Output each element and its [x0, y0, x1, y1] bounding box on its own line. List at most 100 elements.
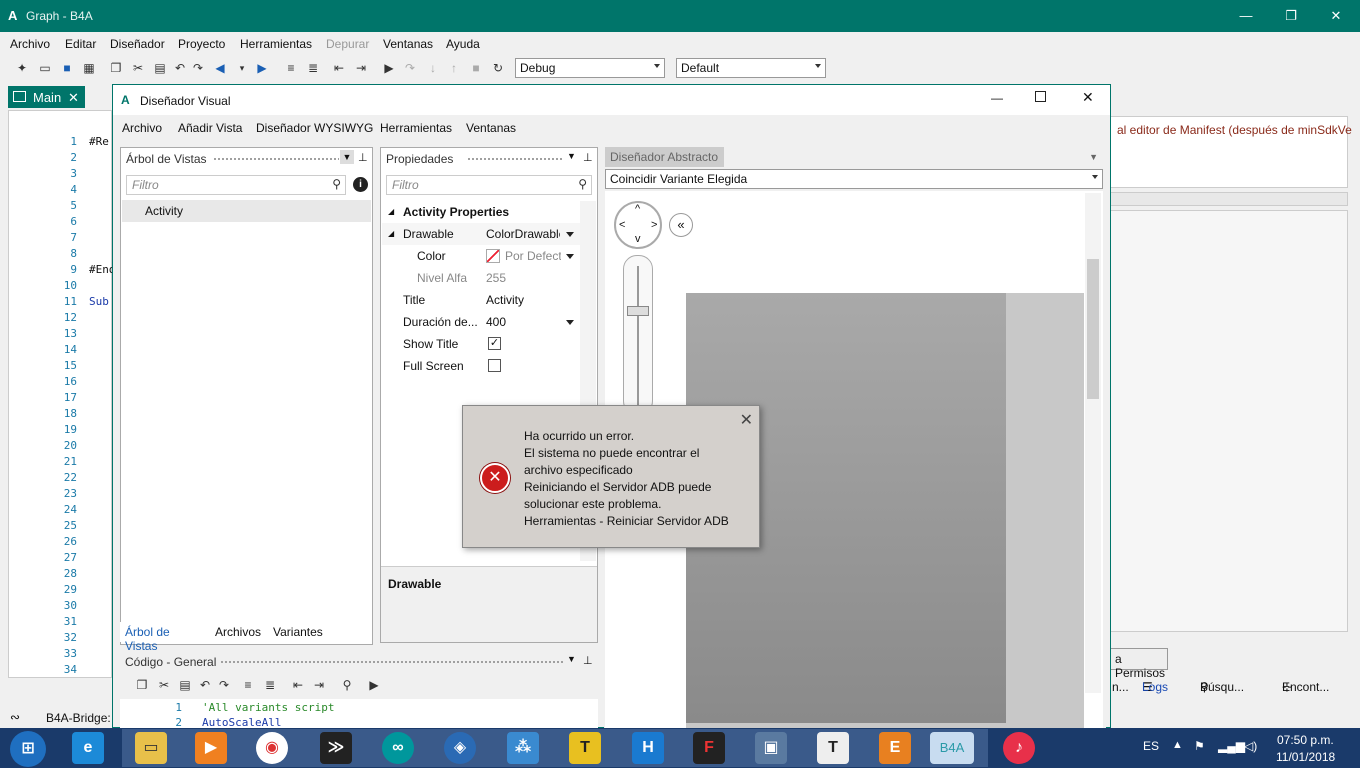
canvas-scrollbar-thumb[interactable]	[1087, 259, 1099, 399]
chevron-down-icon[interactable]: ▼	[567, 654, 576, 664]
close-icon[interactable]: ✕	[68, 90, 79, 106]
tray-chevron-icon[interactable]: ▲	[1172, 739, 1183, 751]
uncomment-icon[interactable]: ≣	[262, 677, 278, 693]
cut-icon[interactable]: ✂	[130, 60, 146, 76]
stop-icon[interactable]: ■	[468, 60, 484, 76]
restore-button[interactable]: ❐	[1281, 6, 1301, 26]
show-title-checkbox[interactable]: ✓	[488, 337, 501, 350]
tree-filter-input[interactable]: Filtro ⚲	[126, 175, 346, 195]
signal-icon[interactable]: ▂▄▆	[1218, 739, 1245, 753]
tab-disenador-abstracto[interactable]: Diseñador Abstracto	[605, 147, 724, 167]
section-activity-properties[interactable]: ◢ Activity Properties	[382, 201, 580, 223]
language-indicator[interactable]: ES	[1143, 739, 1159, 753]
zoom-slider[interactable]	[623, 255, 653, 415]
comment-icon[interactable]: ≡	[240, 677, 256, 693]
code-editor[interactable]: 1 2 3 4 5 6 7 8 9 10 11 12 13 14 15 16 1…	[8, 110, 116, 678]
close-icon[interactable]: ✕	[1082, 89, 1094, 106]
step-over-icon[interactable]: ↷	[402, 60, 418, 76]
outdent-icon[interactable]: ⇤	[331, 60, 347, 76]
media-player-icon[interactable]: ▶	[195, 732, 227, 764]
th-app-icon[interactable]: T	[817, 732, 849, 764]
run-icon[interactable]: ▶	[381, 60, 397, 76]
internet-explorer-icon[interactable]: e	[72, 732, 104, 764]
close-icon[interactable]: ✕	[740, 410, 753, 430]
menu-proyecto[interactable]: Proyecto	[178, 37, 225, 51]
prop-nivel-alfa[interactable]: Nivel Alfa 255	[382, 267, 580, 289]
tab-n[interactable]: n...	[1112, 680, 1129, 694]
dmenu-wysiwyg[interactable]: Diseñador WYSIWYG	[256, 121, 373, 135]
variant-select[interactable]: Coincidir Variante Elegida	[605, 169, 1103, 189]
menu-editar[interactable]: Editar	[65, 37, 96, 51]
tab-main[interactable]: Main ✕	[8, 86, 85, 108]
copy-icon[interactable]: ❐	[134, 677, 150, 693]
maximize-icon[interactable]	[1035, 91, 1046, 102]
theme-select[interactable]: Default	[676, 58, 826, 78]
variant-script-editor[interactable]: 1 'All variants script 2 AutoScaleAll	[120, 699, 598, 729]
canvas-scrollbar[interactable]	[1085, 193, 1101, 693]
prop-title[interactable]: Title Activity	[382, 289, 580, 311]
file-explorer-icon[interactable]: ▭	[135, 732, 167, 764]
pin-icon[interactable]: ⊥	[583, 151, 593, 164]
terminal-app-icon[interactable]: T	[569, 732, 601, 764]
menu-ayuda[interactable]: Ayuda	[446, 37, 480, 51]
outdent-icon[interactable]: ⇤	[290, 677, 306, 693]
restart-icon[interactable]: ↻	[490, 60, 506, 76]
prop-color[interactable]: Color Por Defecto	[382, 245, 580, 267]
full-screen-checkbox[interactable]	[488, 359, 501, 372]
chevron-down-icon[interactable]: ▼	[567, 151, 576, 161]
menu-archivo[interactable]: Archivo	[10, 37, 50, 51]
tab-archivos[interactable]: Archivos	[215, 625, 261, 639]
volume-icon[interactable]: ◁)	[1244, 739, 1257, 753]
copy-icon[interactable]: ❐	[108, 60, 124, 76]
redo-icon[interactable]: ↷	[190, 60, 206, 76]
arduino-icon[interactable]: ∞	[382, 732, 414, 764]
chevron-down-icon[interactable]: ▼	[1089, 152, 1098, 162]
pin-icon[interactable]: ⊥	[358, 151, 368, 164]
b4a-taskbar-icon[interactable]: B4A	[930, 732, 974, 764]
molecule-app-icon[interactable]: ⁂	[507, 732, 539, 764]
cut-icon[interactable]: ✂	[156, 677, 172, 693]
clock-date[interactable]: 11/01/2018	[1276, 750, 1335, 764]
comment-icon[interactable]: ≡	[283, 60, 299, 76]
minimize-button[interactable]: —	[1236, 6, 1256, 26]
minimize-icon[interactable]: —	[991, 91, 1003, 105]
computer-app-icon[interactable]: ▣	[755, 732, 787, 764]
dmenu-archivo[interactable]: Archivo	[122, 121, 162, 135]
prop-full-screen[interactable]: Full Screen	[382, 355, 580, 377]
network-app-icon[interactable]: ◈	[444, 732, 476, 764]
prop-show-title[interactable]: Show Title ✓	[382, 333, 580, 355]
zoom-slider-thumb[interactable]	[627, 306, 649, 316]
e-app-icon[interactable]: E	[879, 732, 911, 764]
redo-icon[interactable]: ↷	[216, 677, 232, 693]
prop-duracion[interactable]: Duración de... 400	[382, 311, 580, 333]
menu-ventanas[interactable]: Ventanas	[383, 37, 433, 51]
undo-icon[interactable]: ↶	[172, 60, 188, 76]
permisos-button[interactable]: a Permisos	[1110, 648, 1168, 680]
close-button[interactable]: ✕	[1326, 6, 1346, 26]
paste-icon[interactable]: ▤	[152, 60, 168, 76]
tab-variantes[interactable]: Variantes	[273, 625, 323, 639]
tab-arbol[interactable]: Árbol de Vistas	[120, 622, 210, 653]
paste-icon[interactable]: ▤	[177, 677, 193, 693]
rewind-icon[interactable]: «	[669, 213, 693, 237]
props-filter-input[interactable]: Filtro ⚲	[386, 175, 592, 195]
save-all-icon[interactable]: ▦	[81, 60, 97, 76]
tree-item-activity[interactable]: Activity	[122, 200, 371, 222]
fc-app-icon[interactable]: F	[693, 732, 725, 764]
clock-time[interactable]: 07:50 p.m.	[1277, 733, 1334, 747]
undo-icon[interactable]: ↶	[197, 677, 213, 693]
new-file-icon[interactable]: ✦	[14, 60, 30, 76]
prop-drawable[interactable]: ◢ Drawable ColorDrawable	[382, 223, 580, 245]
menu-disenador[interactable]: Diseñador	[110, 37, 165, 51]
chevron-down-icon[interactable]: ▼	[340, 150, 354, 164]
flag-icon[interactable]: ⚑	[1194, 739, 1205, 753]
info-icon[interactable]: i	[353, 177, 368, 192]
open-folder-icon[interactable]: ▭	[37, 60, 53, 76]
step-into-icon[interactable]: ↓	[425, 60, 441, 76]
save-icon[interactable]: ■	[59, 60, 75, 76]
indent-icon[interactable]: ⇥	[311, 677, 327, 693]
build-config-select[interactable]: Debug	[515, 58, 665, 78]
pin-icon[interactable]: ⊥	[583, 654, 593, 667]
dmenu-ventanas[interactable]: Ventanas	[466, 121, 516, 135]
music-icon[interactable]: ♪	[1003, 732, 1035, 764]
